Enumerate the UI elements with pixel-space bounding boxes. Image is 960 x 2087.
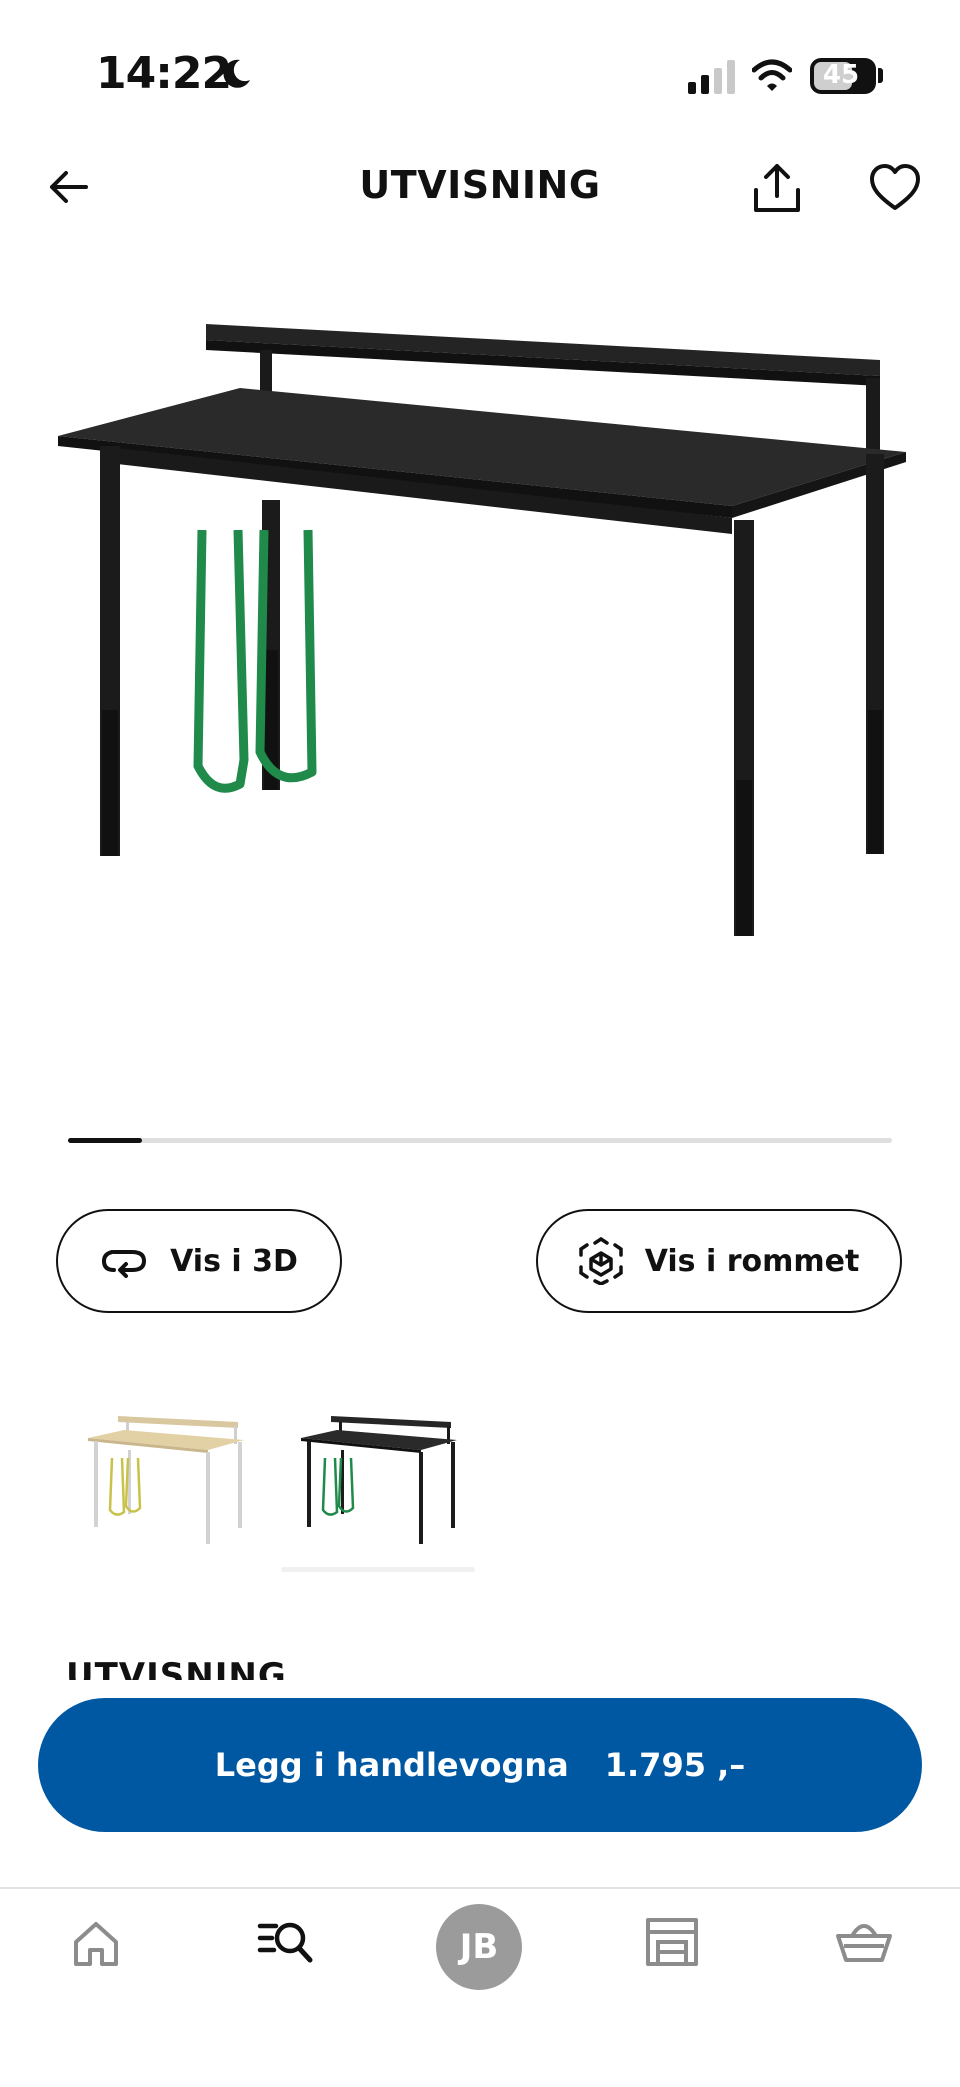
moon-icon — [223, 59, 250, 88]
basket-icon[interactable] — [834, 1912, 894, 1972]
nav-divider — [0, 1887, 960, 1889]
product-image[interactable] — [50, 320, 910, 1040]
heart-icon[interactable] — [868, 162, 922, 214]
carousel-progress-fill — [68, 1138, 143, 1143]
view-in-room-button[interactable]: Vis i rommet — [536, 1209, 902, 1313]
selected-variant-indicator — [281, 1567, 475, 1572]
section-heading-container: UTVISNING — [66, 1656, 366, 1680]
view-3d-label: Vis i 3D — [170, 1243, 298, 1279]
ar-cube-icon — [578, 1237, 623, 1285]
add-to-cart-label: Legg i handlevogna — [214, 1746, 569, 1784]
rotate-3d-icon — [102, 1250, 147, 1278]
variant-thumbnail-black[interactable] — [283, 1398, 473, 1588]
cellular-signal-icon — [688, 60, 735, 94]
variant-thumbnail-white[interactable] — [70, 1398, 260, 1588]
view-in-room-label: Vis i rommet — [644, 1243, 860, 1279]
store-icon[interactable] — [642, 1912, 702, 1972]
status-time: 14:22 — [96, 48, 232, 99]
view-3d-button[interactable]: Vis i 3D — [56, 1209, 342, 1313]
section-heading: UTVISNING — [66, 1656, 287, 1680]
avatar[interactable]: JB — [436, 1904, 522, 1990]
search-list-icon[interactable] — [256, 1912, 316, 1972]
add-to-cart-button[interactable]: Legg i handlevogna 1.795 ,– — [38, 1698, 922, 1832]
product-price: 1.795 ,– — [604, 1746, 746, 1784]
share-icon[interactable] — [748, 160, 806, 218]
home-icon[interactable] — [66, 1914, 126, 1974]
battery-indicator: 45 — [810, 58, 876, 94]
wifi-icon — [752, 59, 792, 91]
page-title: UTVISNING — [359, 163, 601, 207]
battery-level: 45 — [822, 60, 860, 90]
carousel-progress — [68, 1138, 892, 1143]
battery-nub — [878, 68, 883, 83]
